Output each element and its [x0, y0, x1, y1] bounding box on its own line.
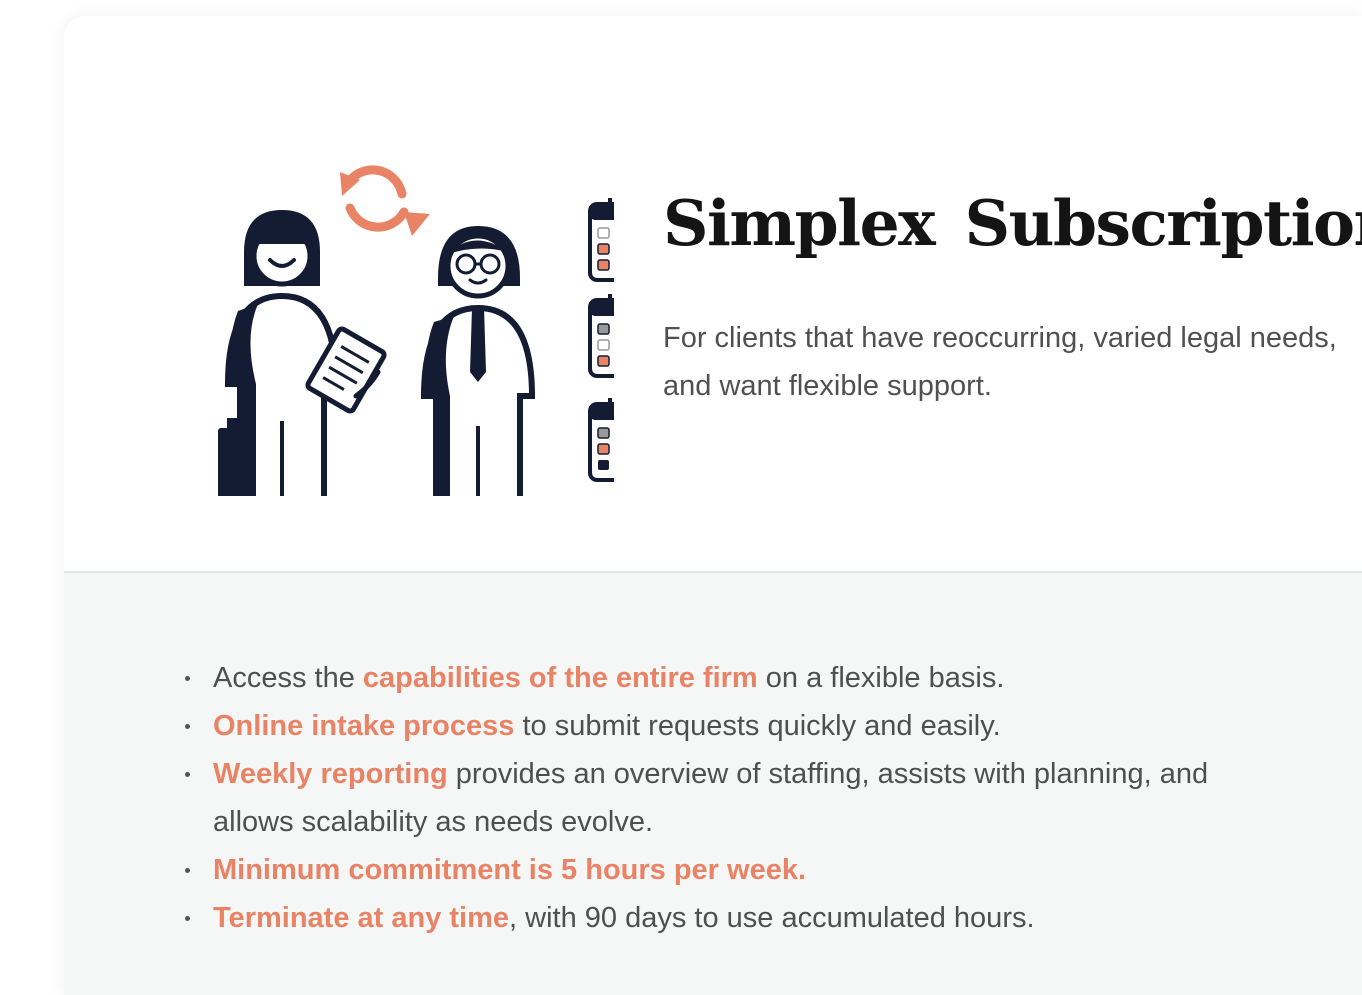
feature-text: to submit requests quickly and easily.	[514, 710, 1001, 742]
feature-item: Minimum commitment is 5 hours per week.	[182, 846, 1282, 894]
calendar-icon	[588, 294, 614, 378]
feature-text: , with 90 days to use accumulated hours.	[509, 902, 1035, 934]
features-section: Access the capabilities of the entire fi…	[64, 573, 1362, 995]
feature-highlight: Weekly reporting	[213, 758, 448, 790]
subscription-illustration	[218, 165, 614, 496]
subscription-card: Simplex Subscription For clients that ha…	[64, 16, 1362, 995]
calendar-icon	[588, 198, 614, 282]
page-subtitle: For clients that have reoccurring, varie…	[663, 322, 1337, 402]
feature-item: Online intake process to submit requests…	[182, 702, 1282, 750]
man-figure-icon	[420, 226, 536, 496]
features-list: Access the capabilities of the entire fi…	[182, 654, 1282, 942]
feature-highlight: capabilities of the entire firm	[362, 662, 758, 694]
page-title: Simplex Subscription	[663, 186, 1362, 260]
feature-text: Access the	[213, 662, 363, 694]
feature-item: Terminate at any time, with 90 days to u…	[182, 894, 1282, 942]
card-header: Simplex Subscription For clients that ha…	[64, 16, 1362, 571]
feature-item: Weekly reporting provides an overview of…	[182, 750, 1282, 846]
feature-item: Access the capabilities of the entire fi…	[182, 654, 1282, 702]
suitcase-icon	[218, 418, 246, 496]
feature-highlight: Online intake process	[213, 710, 515, 742]
calendar-icon	[588, 398, 614, 482]
feature-text: on a flexible basis.	[757, 662, 1005, 694]
feature-highlight: Minimum commitment is 5 hours per week.	[213, 854, 807, 886]
feature-highlight: Terminate at any time	[213, 902, 510, 934]
